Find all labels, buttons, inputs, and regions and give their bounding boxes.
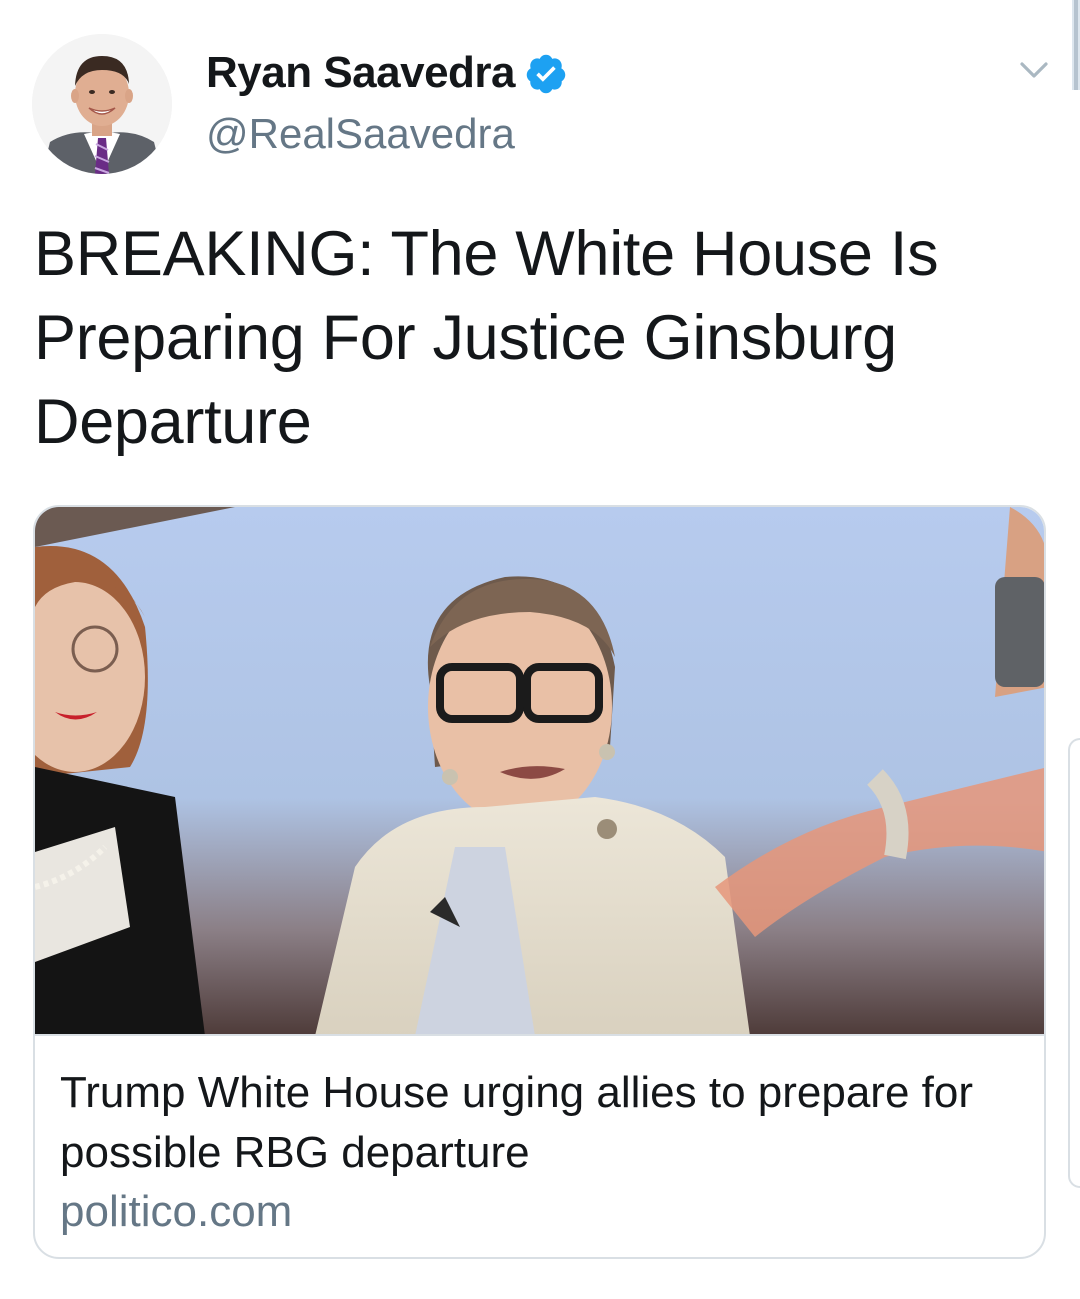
scrollbar[interactable]	[1072, 0, 1080, 90]
chevron-down-icon[interactable]	[1014, 56, 1054, 86]
card-title: Trump White House urging allies to prepa…	[60, 1068, 973, 1177]
verified-badge-icon	[526, 54, 566, 94]
card-image	[35, 507, 1044, 1036]
author-handle[interactable]: @RealSaavedra	[206, 110, 515, 158]
scroll-indicator	[1068, 738, 1080, 1188]
avatar-photo	[32, 34, 172, 174]
author-display-name[interactable]: Ryan Saavedra	[206, 48, 516, 98]
tweet-text: BREAKING: The White House Is Preparing F…	[34, 219, 939, 457]
link-card[interactable]: Trump White House urging allies to prepa…	[33, 505, 1046, 1259]
avatar[interactable]	[32, 34, 172, 174]
card-domain: politico.com	[60, 1187, 293, 1236]
tweet: Ryan Saavedra @RealSaavedra BREAKING: Th…	[0, 0, 1080, 1299]
